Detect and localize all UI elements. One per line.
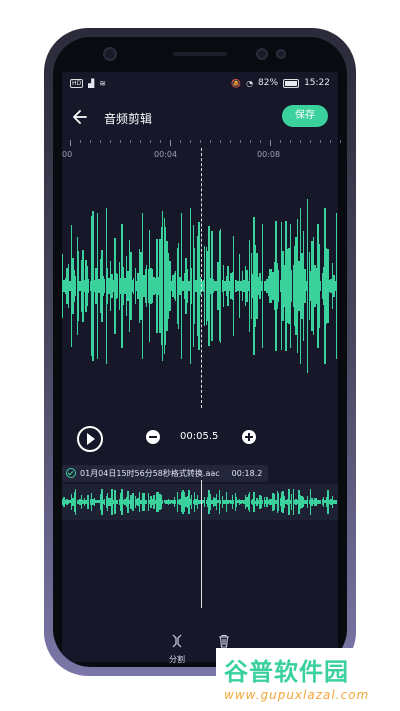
ruler-label-8: 00:08 — [257, 150, 281, 159]
mute-icon: 🔕 — [231, 78, 242, 88]
mini-waveform — [62, 484, 338, 520]
status-time: 15:22 — [304, 78, 330, 88]
minus-icon — [149, 436, 157, 438]
phone-bezel: HD ▟ ≋ 🔕 ◔ 82% 15:22 音频剪辑 保存 00 00:04 00… — [53, 37, 347, 667]
ruler-tick — [300, 140, 301, 143]
hd-badge: HD — [70, 78, 84, 88]
status-bar: HD ▟ ≋ 🔕 ◔ 82% 15:22 — [62, 72, 338, 94]
ruler-tick — [340, 140, 341, 143]
play-icon — [87, 433, 95, 445]
waveform-bar — [336, 212, 338, 360]
track-info: 01月04日15时56分58秒格式转换.aac 00:18.2 — [62, 464, 269, 482]
save-button[interactable]: 保存 — [282, 105, 328, 127]
check-icon — [66, 468, 76, 478]
ruler-tick — [180, 140, 181, 143]
phone-topbar — [53, 37, 347, 69]
ruler-tick — [140, 140, 141, 143]
watermark-title: 谷普软件园 — [224, 658, 349, 686]
ruler-tick — [150, 140, 151, 143]
header: 音频剪辑 保存 — [62, 100, 338, 136]
ruler-label-0: 00 — [62, 150, 73, 159]
mini-waveform-bar — [336, 500, 338, 504]
trash-icon — [219, 634, 229, 648]
playback-controls: 00:05.5 — [62, 426, 338, 456]
page-title: 音频剪辑 — [104, 112, 153, 126]
ruler-tick — [270, 140, 271, 146]
ruler-tick — [100, 140, 101, 143]
track-label-pill[interactable]: 01月04日15时56分58秒格式转换.aac 00:18.2 — [62, 464, 269, 482]
ruler-tick — [160, 140, 161, 143]
ruler-tick — [220, 140, 221, 143]
ruler-tick — [110, 140, 111, 143]
earpiece-speaker — [173, 52, 227, 56]
ruler-ticks — [62, 140, 341, 148]
track-playhead[interactable] — [201, 480, 202, 608]
current-timecode: 00:05.5 — [180, 431, 219, 442]
signal-icon: ▟ — [88, 78, 95, 88]
speed-icon: ◔ — [246, 78, 254, 88]
ruler-tick — [250, 140, 251, 143]
split-icon — [172, 634, 182, 648]
main-waveform[interactable] — [62, 166, 338, 406]
iris-sensor-icon — [276, 49, 286, 59]
ruler-tick — [310, 140, 311, 143]
ruler-tick — [240, 140, 241, 143]
phone-frame: HD ▟ ≋ 🔕 ◔ 82% 15:22 音频剪辑 保存 00 00:04 00… — [44, 28, 356, 676]
playhead-dashed[interactable] — [201, 148, 202, 408]
split-button[interactable]: 分割 — [157, 634, 197, 665]
ruler-tick — [290, 140, 291, 143]
ruler-tick — [210, 140, 211, 143]
ruler-tick — [190, 140, 191, 143]
split-label: 分割 — [169, 655, 185, 664]
ruler-tick — [70, 140, 71, 146]
ruler-tick — [320, 140, 321, 143]
ruler-tick — [200, 140, 201, 143]
sensor-icon — [256, 48, 268, 60]
watermark: 谷普软件园 www.gupuxlazal.com — [216, 648, 400, 711]
battery-icon — [283, 78, 300, 88]
ruler-tick — [80, 140, 81, 143]
back-arrow-icon[interactable] — [70, 106, 92, 128]
track-filename: 01月04日15时56分58秒格式转换.aac — [80, 468, 220, 478]
plus-icon — [248, 433, 250, 441]
ruler-tick — [120, 140, 121, 143]
ruler-tick — [170, 140, 171, 146]
ruler-tick — [330, 140, 331, 143]
front-camera-icon — [103, 47, 117, 61]
timeline-ruler[interactable]: 00 00:04 00:08 — [62, 140, 341, 164]
ruler-tick — [130, 140, 131, 143]
play-button[interactable] — [77, 426, 103, 452]
watermark-url: www.gupuxlazal.com — [224, 688, 370, 702]
battery-percent: 82% — [258, 78, 279, 88]
wifi-icon: ≋ — [99, 78, 106, 88]
ruler-tick — [280, 140, 281, 143]
decrease-button[interactable] — [146, 430, 160, 444]
track-duration: 00:18.2 — [231, 468, 263, 478]
ruler-label-4: 00:04 — [154, 150, 178, 159]
app-screen: HD ▟ ≋ 🔕 ◔ 82% 15:22 音频剪辑 保存 00 00:04 00… — [62, 72, 341, 665]
ruler-tick — [90, 140, 91, 143]
ruler-tick — [230, 140, 231, 143]
increase-button[interactable] — [242, 430, 256, 444]
ruler-tick — [260, 140, 261, 143]
track-strip[interactable] — [62, 484, 338, 520]
